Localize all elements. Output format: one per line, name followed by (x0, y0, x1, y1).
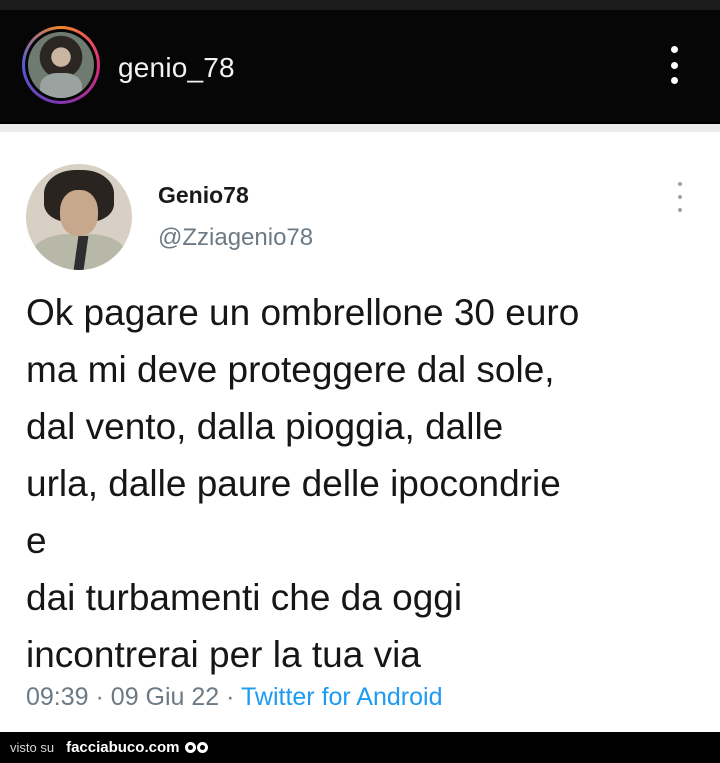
tweet-time: 09:39 (26, 683, 89, 711)
tweet-handle[interactable]: @Zziagenio78 (158, 224, 313, 252)
meta-separator: · (226, 683, 235, 711)
watermark-bar: visto su facciabuco.com (0, 732, 720, 763)
avatar-image (28, 32, 94, 98)
tweet-avatar[interactable] (26, 164, 132, 270)
tweet-more-icon[interactable] (676, 182, 684, 212)
status-strip (0, 0, 720, 10)
instagram-username[interactable]: genio_78 (118, 52, 235, 84)
instagram-header: genio_78 (0, 10, 720, 122)
tweet-display-name[interactable]: Genio78 (158, 182, 249, 209)
tweet-metadata: 09:39 · 09 Giu 22 · Twitter for Android (26, 683, 442, 712)
story-avatar[interactable] (22, 26, 100, 104)
tweet-source-link[interactable]: Twitter for Android (241, 683, 442, 711)
tweet-card: Genio78 @Zziagenio78 Ok pagare un ombrel… (0, 124, 720, 732)
meta-separator: · (95, 683, 104, 711)
tweet-date: 09 Giu 22 (110, 683, 220, 711)
tweet-text: Ok pagare un ombrellone 30 euro ma mi de… (26, 292, 580, 675)
screenshot-page: genio_78 Genio78 @Zziagenio78 Ok pagare … (0, 0, 720, 763)
watermark-site: facciabuco.com (66, 739, 180, 756)
more-vertical-icon[interactable] (664, 46, 684, 84)
watermark-prefix: visto su (10, 740, 55, 755)
eyes-logo-icon (185, 740, 211, 756)
